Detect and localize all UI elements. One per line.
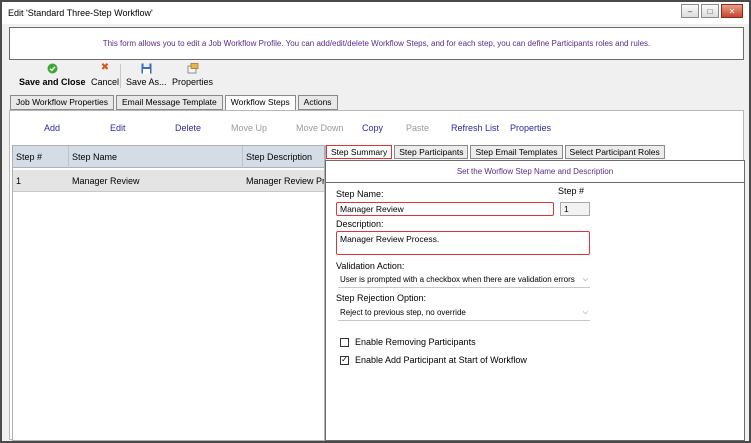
toolbar: Save and Close ✖ Cancel Save As... Prope… (9, 60, 744, 92)
step-number-label: Step # (558, 186, 585, 196)
step-rejection-label: Step Rejection Option: (336, 293, 427, 303)
step-name-input[interactable] (336, 202, 554, 216)
grid-header: Step # Step Name Step Description (13, 146, 324, 168)
title-bar[interactable]: Edit 'Standard Three-Step Workflow' – □ … (2, 2, 749, 24)
step-number-field: 1 (560, 202, 590, 216)
cancel-button[interactable]: ✖ Cancel (91, 62, 119, 87)
table-row[interactable]: 1 Manager Review Manager Review Process. (13, 170, 324, 192)
tab-workflow-steps[interactable]: Workflow Steps (224, 95, 296, 111)
paste-step-link[interactable]: Paste (406, 123, 429, 133)
tab-step-summary[interactable]: Step Summary (326, 145, 393, 159)
move-up-link[interactable]: Move Up (231, 123, 267, 133)
checkbox-unchecked-icon[interactable] (340, 337, 349, 347)
check-circle-icon (45, 62, 59, 74)
step-properties-link[interactable]: Properties (510, 123, 551, 133)
edit-step-link[interactable]: Edit (110, 123, 126, 133)
tab-select-participant-roles[interactable]: Select Participant Roles (564, 145, 665, 159)
step-actions: Add Edit Delete Move Up Move Down Copy P… (10, 123, 551, 137)
workflow-steps-panel: Add Edit Delete Move Up Move Down Copy P… (9, 110, 745, 441)
enable-removing-participants-checkbox[interactable]: Enable Removing Participants (340, 337, 476, 347)
tab-email-message-template[interactable]: Email Message Template (115, 95, 223, 110)
window-controls: – □ ✕ (681, 4, 743, 18)
save-as-button[interactable]: Save As... (126, 62, 167, 87)
edit-workflow-window: Edit 'Standard Three-Step Workflow' – □ … (0, 0, 751, 443)
x-icon: ✖ (100, 62, 110, 73)
copy-step-link[interactable]: Copy (362, 123, 383, 133)
tab-step-participants[interactable]: Step Participants (394, 145, 469, 159)
step-summary-panel: Set the Worflow Step Name and Descriptio… (325, 160, 745, 441)
refresh-list-link[interactable]: Refresh List (451, 123, 499, 133)
properties-icon (186, 62, 200, 74)
chevron-down-icon: ⌵ (582, 309, 588, 316)
enable-add-participant-checkbox[interactable]: ✓ Enable Add Participant at Start of Wor… (340, 355, 527, 365)
column-step-name[interactable]: Step Name (69, 146, 243, 168)
cell-step-description: Manager Review Process. (246, 176, 325, 186)
info-banner: This form allows you to edit a Job Workf… (9, 27, 744, 60)
save-and-close-button[interactable]: Save and Close (19, 62, 86, 87)
validation-action-select[interactable]: User is prompted with a checkbox when th… (338, 272, 590, 288)
floppy-disk-icon (139, 62, 153, 74)
description-label: Description: (336, 219, 384, 229)
main-tabs: Job Workflow Properties Email Message Te… (10, 95, 340, 111)
properties-button[interactable]: Properties (172, 62, 213, 87)
cell-step-name: Manager Review (72, 176, 140, 186)
cell-step-number: 1 (16, 176, 22, 186)
step-rejection-select[interactable]: Reject to previous step, no override ⌵ (338, 305, 590, 321)
column-step-number[interactable]: Step # (13, 146, 69, 168)
tab-job-workflow-properties[interactable]: Job Workflow Properties (10, 95, 114, 110)
chevron-down-icon: ⌵ (582, 276, 588, 283)
tab-step-email-templates[interactable]: Step Email Templates (470, 145, 563, 159)
tab-actions[interactable]: Actions (297, 95, 338, 110)
checkbox-checked-icon[interactable]: ✓ (340, 355, 349, 365)
window-title: Edit 'Standard Three-Step Workflow' (8, 8, 153, 18)
steps-grid: Step # Step Name Step Description 1 Mana… (12, 145, 325, 441)
close-icon[interactable]: ✕ (721, 4, 743, 18)
move-down-link[interactable]: Move Down (296, 123, 344, 133)
validation-action-label: Validation Action: (336, 261, 405, 271)
description-textarea[interactable]: Manager Review Process. (336, 231, 590, 255)
step-name-label: Step Name: (336, 189, 384, 199)
column-step-description[interactable]: Step Description (243, 146, 324, 168)
delete-step-link[interactable]: Delete (175, 123, 201, 133)
minimize-icon[interactable]: – (681, 4, 699, 18)
step-summary-banner: Set the Worflow Step Name and Descriptio… (326, 161, 744, 183)
toolbar-separator (120, 64, 121, 88)
maximize-icon[interactable]: □ (701, 4, 719, 18)
step-detail-tabs: Step Summary Step Participants Step Emai… (326, 145, 667, 160)
add-step-link[interactable]: Add (44, 123, 60, 133)
